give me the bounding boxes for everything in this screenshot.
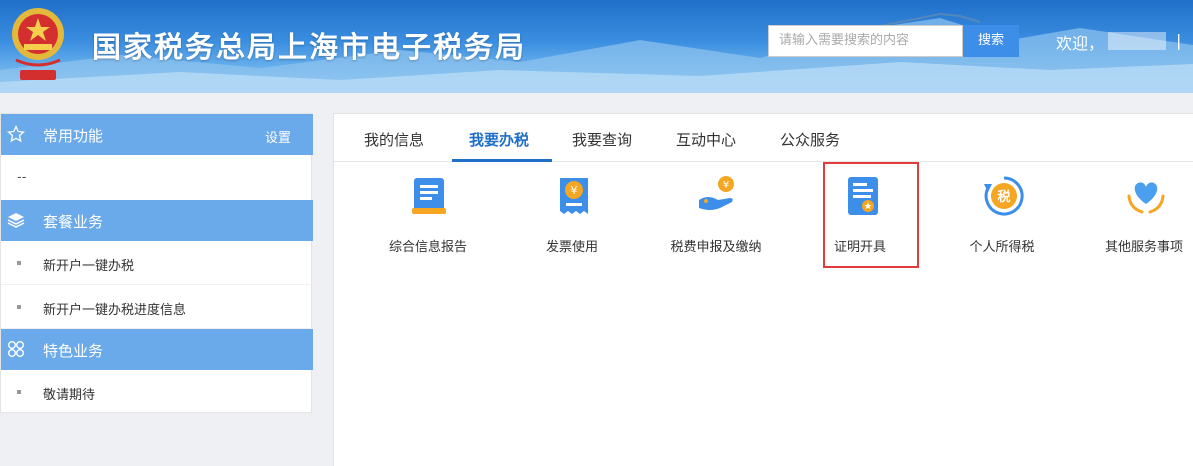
site-title: 国家税务总局上海市电子税务局 bbox=[92, 30, 527, 64]
tax-payment-icon: ¥ bbox=[699, 176, 734, 210]
tab-tax-handling[interactable]: 我要办税 bbox=[469, 129, 529, 150]
sidebar: 常用功能 设置 -- 套餐业务 新开户一键办税 新开户一键办税进度信息 特色业务… bbox=[0, 113, 313, 414]
service-label: 综合信息报告 bbox=[388, 240, 467, 255]
sidebar-header-label: 常用功能 bbox=[43, 127, 104, 145]
service-label: 发票使用 bbox=[545, 240, 598, 255]
sidebar-header-label: 套餐业务 bbox=[43, 213, 104, 231]
service-label: 证明开具 bbox=[833, 240, 886, 255]
grid-clover-icon bbox=[8, 341, 24, 357]
sidebar-item-new-account-progress[interactable]: 新开户一键办税进度信息 bbox=[1, 285, 313, 329]
certificate-icon bbox=[848, 177, 878, 215]
service-certificate-issuance[interactable]: 证明开具 bbox=[800, 174, 920, 264]
sidebar-header-package[interactable]: 套餐业务 bbox=[1, 200, 313, 241]
bullet-icon bbox=[17, 390, 21, 394]
personal-tax-icon: 税 bbox=[984, 176, 1024, 216]
sidebar-item-label: 敬请期待 bbox=[43, 388, 96, 403]
service-comprehensive-report[interactable]: 综合信息报告 bbox=[368, 174, 488, 264]
sidebar-header-common: 常用功能 设置 bbox=[1, 114, 313, 155]
settings-link[interactable]: 设置 bbox=[265, 127, 291, 146]
bullet-icon bbox=[17, 261, 21, 265]
svg-text:税: 税 bbox=[997, 189, 1010, 205]
invoice-icon: ¥ bbox=[560, 178, 588, 214]
welcome-text: 欢迎， bbox=[1056, 34, 1105, 53]
tab-interaction[interactable]: 互动中心 bbox=[676, 129, 736, 150]
tab-bar: 我的信息 我要办税 我要查询 互动中心 公众服务 bbox=[334, 114, 1193, 162]
bullet-icon bbox=[17, 305, 21, 309]
active-tab-indicator bbox=[452, 159, 552, 162]
svg-text:¥: ¥ bbox=[571, 184, 578, 197]
star-icon bbox=[7, 125, 25, 143]
service-label: 其他服务事项 bbox=[1104, 240, 1183, 255]
sidebar-header-special[interactable]: 特色业务 bbox=[1, 329, 313, 370]
service-tax-declaration-payment[interactable]: ¥ 税费申报及缴纳 bbox=[656, 174, 776, 264]
tab-query[interactable]: 我要查询 bbox=[572, 129, 632, 150]
header-separator: | bbox=[1176, 31, 1182, 50]
search-button[interactable]: 搜索 bbox=[963, 25, 1019, 57]
sidebar-item-coming-soon[interactable]: 敬请期待 bbox=[1, 370, 313, 414]
sidebar-item-new-account[interactable]: 新开户一键办税 bbox=[1, 241, 313, 285]
service-other-matters[interactable]: 其他服务事项 bbox=[1084, 174, 1193, 264]
layers-icon bbox=[7, 213, 25, 228]
username-redacted bbox=[1108, 32, 1166, 50]
service-invoice[interactable]: ¥ 发票使用 bbox=[512, 174, 632, 264]
search-input[interactable]: 请输入需要搜索的内容 bbox=[768, 25, 963, 57]
service-label: 税费申报及缴纳 bbox=[670, 240, 762, 255]
national-emblem-icon bbox=[12, 8, 64, 80]
svg-text:¥: ¥ bbox=[723, 180, 729, 191]
header-banner: 国家税务总局上海市电子税务局 请输入需要搜索的内容 搜索 欢迎， | bbox=[0, 0, 1193, 93]
main-panel: 我的信息 我要办税 我要查询 互动中心 公众服务 综合信息报告 ¥ 发票使用 ¥ bbox=[333, 113, 1193, 466]
tab-my-info[interactable]: 我的信息 bbox=[364, 129, 424, 150]
tab-public-service[interactable]: 公众服务 bbox=[780, 129, 840, 150]
service-personal-income-tax[interactable]: 税 个人所得税 bbox=[942, 174, 1062, 264]
report-icon bbox=[412, 178, 446, 214]
sidebar-header-label: 特色业务 bbox=[43, 342, 104, 360]
other-services-icon bbox=[1127, 182, 1165, 214]
sidebar-item-label: 新开户一键办税 bbox=[43, 259, 135, 274]
empty-placeholder: -- bbox=[17, 170, 27, 185]
service-label: 个人所得税 bbox=[969, 240, 1035, 255]
sidebar-item-label: 新开户一键办税进度信息 bbox=[43, 303, 187, 318]
